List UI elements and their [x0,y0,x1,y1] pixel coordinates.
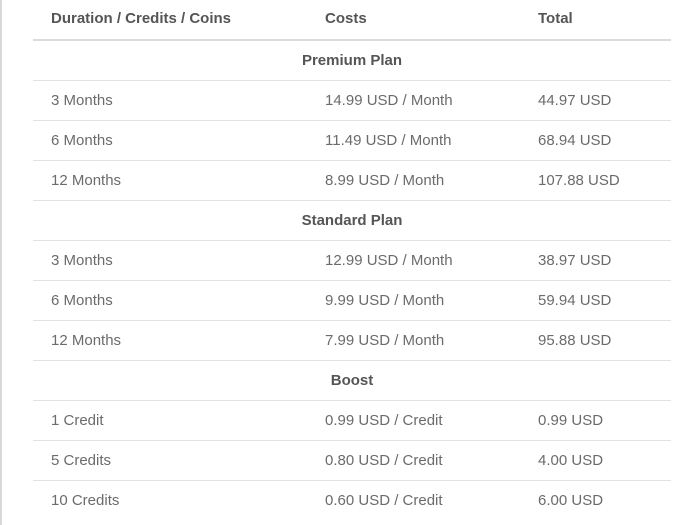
row-duration: 6 Months [51,292,113,309]
row-cost: 0.60 USD / Credit [325,492,443,509]
row-duration: 3 Months [51,252,113,269]
table-row: 1 Credit 0.99 USD / Credit 0.99 USD [33,401,671,441]
section-premium-plan: Premium Plan [33,41,671,81]
row-cost: 7.99 USD / Month [325,332,445,349]
row-total: 0.99 USD [538,412,604,429]
row-total: 59.94 USD [538,292,612,309]
table-row: 3 Months 12.99 USD / Month 38.97 USD [33,241,671,281]
table-row: 12 Months 7.99 USD / Month 95.88 USD [33,321,671,361]
section-title: Standard Plan [301,212,403,229]
section-title: Premium Plan [301,52,403,69]
row-duration: 5 Credits [51,452,112,469]
row-total: 38.97 USD [538,252,612,269]
row-total: 95.88 USD [538,332,612,349]
row-total: 6.00 USD [538,492,604,509]
row-duration: 1 Credit [51,412,104,429]
row-cost: 14.99 USD / Month [325,92,453,109]
row-cost: 9.99 USD / Month [325,292,445,309]
left-border [0,0,2,525]
table-row: 6 Months 9.99 USD / Month 59.94 USD [33,281,671,321]
section-boost: Boost [33,361,671,401]
row-duration: 12 Months [51,332,122,349]
row-cost: 8.99 USD / Month [325,172,445,189]
row-total: 68.94 USD [538,132,612,149]
row-duration: 12 Months [51,172,122,189]
row-duration: 10 Credits [51,492,120,509]
section-title: Boost [330,372,374,389]
table-row: 3 Months 14.99 USD / Month 44.97 USD [33,81,671,121]
table-row: 5 Credits 0.80 USD / Credit 4.00 USD [33,441,671,481]
row-total: 44.97 USD [538,92,612,109]
row-cost: 0.99 USD / Credit [325,412,443,429]
table-row: 6 Months 11.49 USD / Month 68.94 USD [33,121,671,161]
table-row: 12 Months 8.99 USD / Month 107.88 USD [33,161,671,201]
section-standard-plan: Standard Plan [33,201,671,241]
row-cost: 0.80 USD / Credit [325,452,443,469]
row-total: 4.00 USD [538,452,604,469]
header-costs: Costs [325,10,367,27]
header-total: Total [538,10,573,27]
row-cost: 12.99 USD / Month [325,252,453,269]
header-duration: Duration / Credits / Coins [51,10,232,27]
row-duration: 6 Months [51,132,113,149]
table-header-row: Duration / Credits / Coins Costs Total [33,0,671,41]
row-duration: 3 Months [51,92,113,109]
row-total: 107.88 USD [538,172,620,189]
table-row: 10 Credits 0.60 USD / Credit 6.00 USD [33,481,671,521]
row-cost: 11.49 USD / Month [325,132,452,149]
pricing-table: Duration / Credits / Coins Costs Total P… [33,0,671,521]
